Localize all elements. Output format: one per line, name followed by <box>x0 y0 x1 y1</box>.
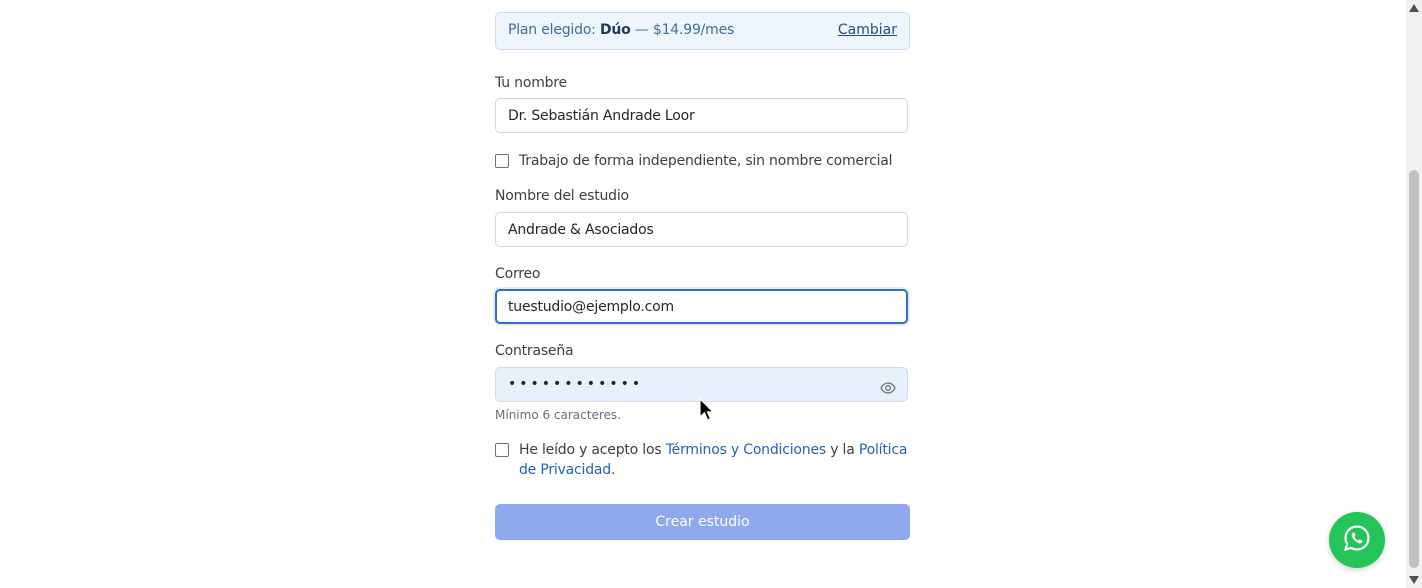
whatsapp-chat-button[interactable] <box>1329 512 1385 568</box>
selected-plan-box: Plan elegido: Dúo — $14.99/mes Cambiar <box>495 12 910 50</box>
studio-name-input-value: Andrade & Asociados <box>508 222 654 238</box>
password-label: Contraseña <box>495 343 574 359</box>
terms-label: He leído y acepto los Términos y Condici… <box>519 442 908 478</box>
password-input[interactable]: •••••••••••• <box>495 367 908 402</box>
page-scrollbar[interactable] <box>1406 0 1422 588</box>
mouse-pointer-icon <box>699 397 715 426</box>
scroll-up-arrow-icon[interactable] <box>1409 4 1419 12</box>
whatsapp-icon <box>1343 524 1371 556</box>
terms-checkbox[interactable] <box>495 443 509 457</box>
scroll-thumb[interactable] <box>1409 170 1419 568</box>
studio-name-input[interactable]: Andrade & Asociados <box>495 212 908 247</box>
plan-name: Dúo <box>599 22 631 38</box>
eye-icon[interactable] <box>880 379 896 394</box>
email-label: Correo <box>495 266 541 282</box>
email-input[interactable]: tuestudio@ejemplo.com <box>495 289 908 324</box>
independent-checkbox-label[interactable]: Trabajo de forma independiente, sin nomb… <box>519 151 893 171</box>
change-plan-link[interactable]: Cambiar <box>838 22 897 38</box>
name-input[interactable]: Dr. Sebastián Andrade Loor <box>495 98 908 133</box>
password-hint: Mínimo 6 caracteres. <box>495 408 621 422</box>
password-input-value: •••••••••••• <box>508 376 644 392</box>
selected-plan-text: Plan elegido: Dúo — $14.99/mes <box>508 22 735 38</box>
name-input-value: Dr. Sebastián Andrade Loor <box>508 108 695 124</box>
scroll-down-arrow-icon[interactable] <box>1409 576 1419 584</box>
studio-name-label: Nombre del estudio <box>495 188 629 204</box>
email-input-value: tuestudio@ejemplo.com <box>508 299 674 315</box>
create-studio-button[interactable]: Crear estudio <box>495 504 910 540</box>
name-label: Tu nombre <box>495 75 567 91</box>
terms-link[interactable]: Términos y Condiciones <box>666 442 826 458</box>
independent-checkbox[interactable] <box>495 154 509 168</box>
